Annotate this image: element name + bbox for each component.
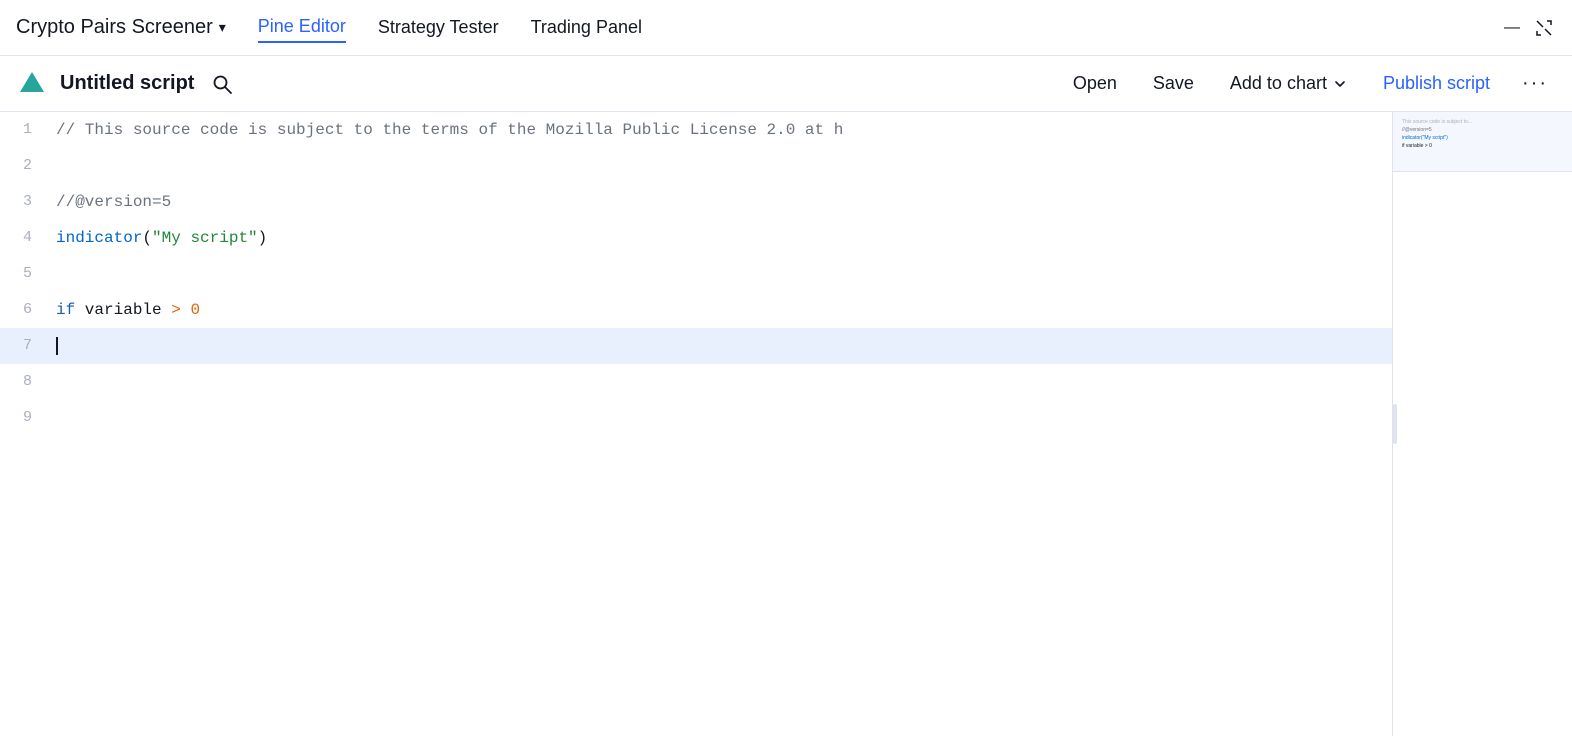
- top-navigation: Crypto Pairs Screener ▾ Pine Editor Stra…: [0, 0, 1572, 56]
- tradingview-logo: [16, 68, 48, 100]
- minimize-button[interactable]: —: [1500, 16, 1524, 40]
- open-button[interactable]: Open: [1061, 67, 1129, 100]
- code-line-7: 7: [0, 328, 1392, 364]
- nav-title-text: Crypto Pairs Screener: [16, 16, 213, 39]
- expand-button[interactable]: [1532, 16, 1556, 40]
- search-button[interactable]: [206, 68, 238, 100]
- mini-chart-preview: This source code is subject to... //@ver…: [1393, 112, 1572, 172]
- code-line-6: 6 if variable > 0: [0, 292, 1392, 328]
- resize-handle[interactable]: [1393, 404, 1397, 444]
- add-to-chart-button[interactable]: Add to chart: [1218, 67, 1359, 100]
- nav-right-controls: —: [1500, 16, 1556, 40]
- code-line-9: 9: [0, 400, 1392, 436]
- svg-text:if variable > 0: if variable > 0: [1402, 143, 1432, 149]
- editor-container: 1 // This source code is subject to the …: [0, 112, 1572, 736]
- more-options-button[interactable]: ···: [1514, 66, 1556, 101]
- code-line-2: 2: [0, 148, 1392, 184]
- nav-title-chevron: ▾: [219, 19, 226, 36]
- mini-preview-panel: This source code is subject to... //@ver…: [1392, 112, 1572, 736]
- nav-title[interactable]: Crypto Pairs Screener ▾: [16, 16, 226, 39]
- code-line-1: 1 // This source code is subject to the …: [0, 112, 1392, 148]
- svg-text://@version=5: //@version=5: [1402, 127, 1432, 133]
- script-title: Untitled script: [60, 72, 194, 95]
- code-line-8: 8: [0, 364, 1392, 400]
- tab-trading-panel[interactable]: Trading Panel: [531, 13, 642, 42]
- svg-text:This source code is subject to: This source code is subject to...: [1402, 119, 1472, 125]
- editor-toolbar: Untitled script Open Save Add to chart P…: [0, 56, 1572, 112]
- tab-strategy-tester[interactable]: Strategy Tester: [378, 13, 499, 42]
- code-editor[interactable]: 1 // This source code is subject to the …: [0, 112, 1392, 736]
- tab-pine-editor[interactable]: Pine Editor: [258, 12, 346, 43]
- save-button[interactable]: Save: [1141, 67, 1206, 100]
- svg-text:indicator("My script"): indicator("My script"): [1402, 135, 1448, 141]
- code-line-3: 3 //@version=5: [0, 184, 1392, 220]
- publish-script-button[interactable]: Publish script: [1371, 67, 1502, 100]
- code-line-4: 4 indicator("My script"): [0, 220, 1392, 256]
- code-line-5: 5: [0, 256, 1392, 292]
